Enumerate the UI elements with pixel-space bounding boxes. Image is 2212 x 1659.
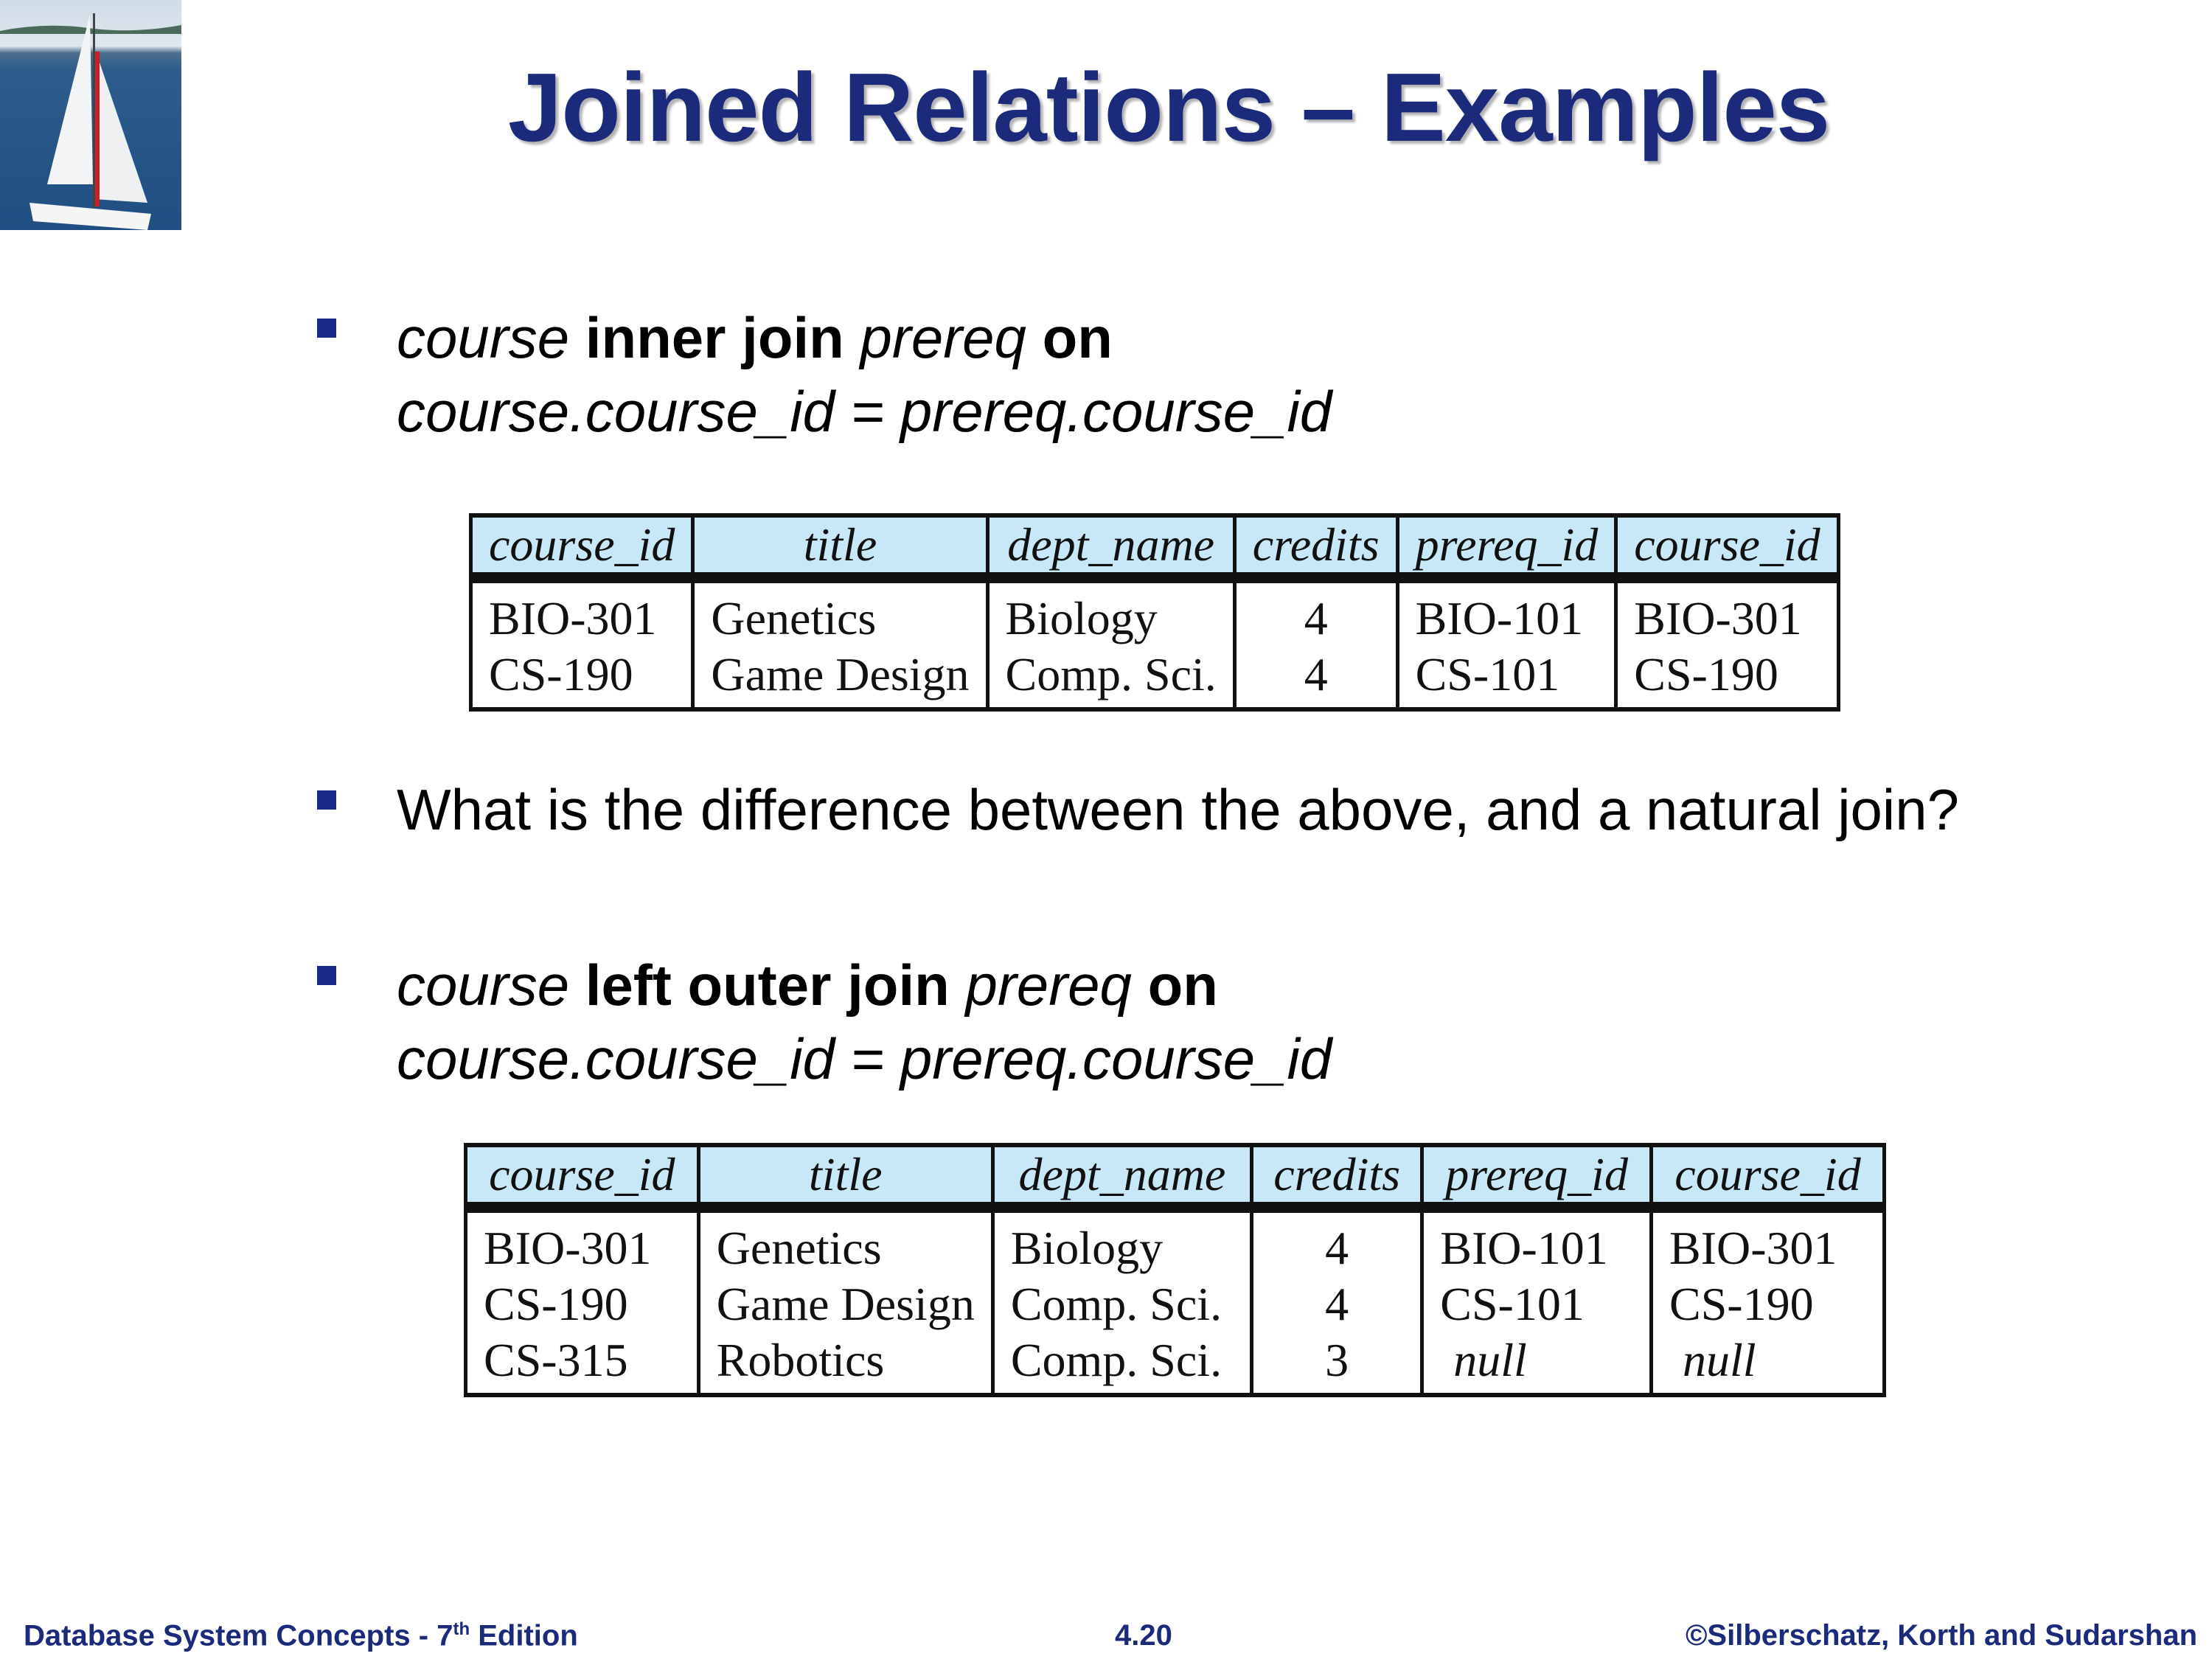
column-header: course_id (1649, 1143, 1886, 1208)
cell: BIO-101 (1420, 1208, 1649, 1276)
footer-sup: th (453, 1619, 470, 1639)
cell: Robotics (696, 1332, 991, 1397)
column-header: course_id (1614, 513, 1840, 578)
cell: BIO-301 (1649, 1208, 1886, 1276)
cell: BIO-301 (464, 1208, 697, 1276)
cell: CS-190 (469, 647, 692, 712)
cell: Comp. Sci. (990, 1276, 1250, 1332)
cell: CS-101 (1395, 647, 1615, 712)
table-row: CS-190 Game Design Comp. Sci. 4 CS-101 C… (464, 1276, 1886, 1332)
on-keyword: on (1147, 953, 1218, 1018)
column-header: title (691, 513, 986, 578)
join-condition: course.course_id = prereq.course_id (397, 1026, 1332, 1091)
bullet-icon (317, 319, 336, 338)
table-row: BIO-301 Genetics Biology 4 BIO-101 BIO-3… (469, 578, 1840, 647)
footer-book-title: Database System Concepts - 7 (24, 1619, 453, 1652)
on-keyword: on (1042, 305, 1113, 370)
left-outer-join-result-table: course_id title dept_name credits prereq… (464, 1143, 1886, 1397)
cell: CS-190 (464, 1276, 697, 1332)
cell: 3 (1249, 1332, 1421, 1397)
footer-book: Database System Concepts - 7th Edition (24, 1619, 578, 1652)
footer-edition: Edition (470, 1619, 578, 1652)
bullet-inner-join: course inner join prereq on course.cours… (397, 301, 2004, 448)
cell: Biology (990, 1208, 1250, 1276)
cell: BIO-101 (1395, 578, 1615, 647)
join-operator: left outer join (585, 953, 950, 1018)
null-cell: null (1649, 1332, 1886, 1397)
bullet-question: What is the difference between the above… (397, 777, 1959, 842)
cell: Biology (985, 578, 1233, 647)
cell: Game Design (696, 1276, 991, 1332)
join-operator: inner join (585, 305, 844, 370)
relation-prereq: prereq (860, 305, 1026, 370)
column-header: dept_name (990, 1143, 1250, 1208)
cell: Genetics (691, 578, 986, 647)
table-row: CS-190 Game Design Comp. Sci. 4 CS-101 C… (469, 647, 1840, 712)
cell: 4 (1249, 1208, 1421, 1276)
bullet-left-outer-join: course left outer join prereq on course.… (397, 948, 2004, 1096)
page-number: 4.20 (1115, 1619, 1172, 1652)
column-header: credits (1232, 513, 1396, 578)
bullet-icon (317, 790, 336, 810)
cell: BIO-301 (1614, 578, 1840, 647)
column-header: dept_name (985, 513, 1233, 578)
cell: CS-190 (1614, 647, 1840, 712)
slide-title: Joined Relations – Examples (507, 53, 1830, 161)
column-header: course_id (469, 513, 692, 578)
bullet-icon (317, 966, 336, 985)
cell: Genetics (696, 1208, 991, 1276)
cell: 4 (1249, 1276, 1420, 1332)
cell: CS-190 (1649, 1276, 1886, 1332)
column-header: course_id (464, 1143, 697, 1208)
join-condition: course.course_id = prereq.course_id (397, 379, 1332, 444)
null-cell: null (1420, 1332, 1649, 1397)
inner-join-result-table: course_id title dept_name credits prereq… (469, 513, 1840, 712)
cell: 4 (1232, 647, 1396, 712)
column-header: prereq_id (1395, 513, 1615, 578)
relation-prereq: prereq (965, 953, 1132, 1018)
column-header: title (696, 1143, 991, 1208)
cell: Comp. Sci. (985, 647, 1233, 712)
column-header: credits (1249, 1143, 1421, 1208)
column-header: prereq_id (1420, 1143, 1649, 1208)
table-row: BIO-301 Genetics Biology 4 BIO-101 BIO-3… (464, 1208, 1886, 1276)
relation-course: course (397, 953, 570, 1018)
table-row: CS-315 Robotics Comp. Sci. 3 null null (464, 1332, 1886, 1397)
footer-copyright: ©Silberschatz, Korth and Sudarshan (1685, 1619, 2197, 1652)
cell: CS-101 (1420, 1276, 1649, 1332)
cell: CS-315 (464, 1332, 697, 1397)
cell: Comp. Sci. (990, 1332, 1250, 1397)
cell: BIO-301 (469, 578, 692, 647)
cell: 4 (1232, 578, 1396, 647)
cell: Game Design (691, 647, 986, 712)
relation-course: course (397, 305, 570, 370)
